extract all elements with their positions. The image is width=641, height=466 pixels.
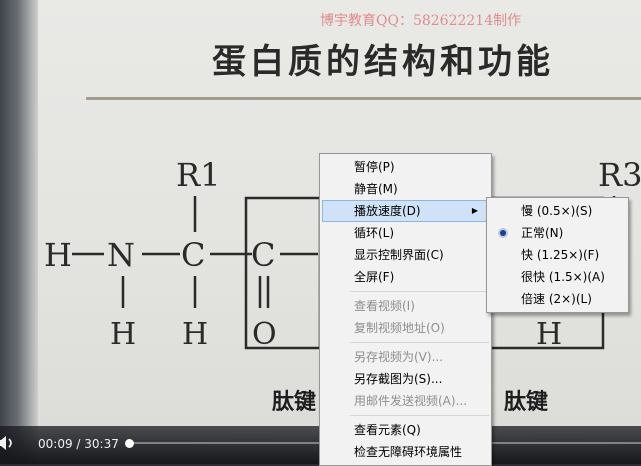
menu-item-fullscreen[interactable]: 全屏(F) <box>320 266 491 288</box>
time-separator: / <box>72 437 85 451</box>
menu-item-playback-speed[interactable]: 播放速度(D) ▶ <box>322 200 489 222</box>
menu-separator <box>350 342 489 343</box>
menu-item-view-video: 查看视频(I) <box>354 299 415 313</box>
menu-separator <box>350 415 489 416</box>
speed-option-fast[interactable]: 快 (1.25×)(F) <box>487 244 628 266</box>
menu-item-mute[interactable]: 静音(M) <box>320 178 491 200</box>
atom-r1: R1 <box>176 156 220 194</box>
volume-icon[interactable] <box>0 434 18 452</box>
menu-item-save-video-as: 另存视频为(V)... <box>354 350 444 364</box>
speed-option-normal-label: 正常(N) <box>521 226 564 240</box>
seek-handle[interactable] <box>125 439 134 448</box>
speed-option-double[interactable]: 倍速 (2×)(L) <box>487 288 628 310</box>
menu-item-show-controls[interactable]: 显示控制界面(C) <box>320 244 491 266</box>
atom-c-alpha: C <box>181 236 205 274</box>
speed-option-normal[interactable]: 正常(N) <box>487 222 628 244</box>
atom-h-left: H <box>44 236 72 274</box>
atom-r3: R3 <box>598 156 641 194</box>
speed-option-very-fast[interactable]: 很快 (1.5×)(A) <box>487 266 628 288</box>
atom-o: O <box>252 317 277 352</box>
atom-h-right: H <box>536 317 562 352</box>
time-display: 00:09 / 30:37 <box>38 437 119 451</box>
total-time: 30:37 <box>84 437 119 451</box>
menu-item-email-video: 用邮件发送视频(A)... <box>354 394 468 408</box>
atom-h-c: H <box>182 317 208 352</box>
menu-item-pause[interactable]: 暂停(P) <box>320 156 491 178</box>
atom-c-carbonyl: C <box>251 236 275 274</box>
menu-item-copy-video-url: 复制视频地址(O) <box>354 321 445 335</box>
bond-label-right: 肽键 <box>504 389 549 415</box>
menu-item-loop[interactable]: 循环(L) <box>320 222 491 244</box>
menu-item-save-snapshot-as[interactable]: 另存截图为(S)... <box>320 368 491 390</box>
menu-separator <box>350 291 489 292</box>
bond-label-left: 肽键 <box>272 389 317 415</box>
atom-h-n: H <box>110 317 136 352</box>
context-menu: 暂停(P) 静音(M) 播放速度(D) ▶ 循环(L) 显示控制界面(C) 全屏… <box>319 153 492 466</box>
submenu-arrow-icon: ▶ <box>471 206 478 215</box>
selected-radio-icon <box>500 230 506 236</box>
current-time: 00:09 <box>38 437 73 451</box>
atom-n: N <box>107 236 135 274</box>
speed-option-slow[interactable]: 慢 (0.5×)(S) <box>487 200 628 222</box>
menu-item-inspect-element[interactable]: 查看元素(Q) <box>320 419 491 441</box>
menu-item-inspect-accessibility[interactable]: 检查无障碍环境属性 <box>320 441 491 463</box>
menu-item-playback-speed-label: 播放速度(D) <box>354 204 421 218</box>
speed-submenu: 慢 (0.5×)(S) 正常(N) 快 (1.25×)(F) 很快 (1.5×)… <box>486 197 629 313</box>
